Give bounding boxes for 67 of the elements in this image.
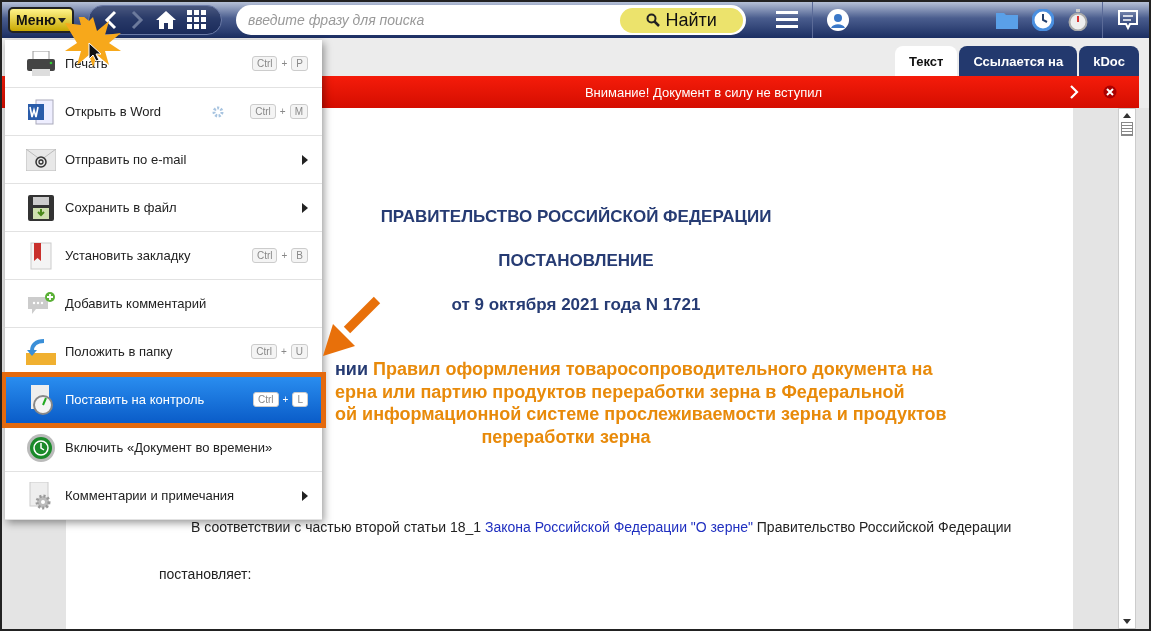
submenu-arrow-icon — [302, 490, 308, 501]
click-burst-icon — [64, 17, 122, 67]
shortcut-key: P — [291, 56, 308, 71]
menu-button[interactable]: Меню — [8, 7, 74, 33]
printer-icon — [26, 50, 55, 77]
warning-text: Внимание! Документ в силу не вступил — [583, 84, 824, 100]
shortcut-key: Ctrl — [251, 56, 278, 71]
shortcut-key: Ctrl — [251, 248, 278, 263]
caret-icon — [57, 17, 66, 23]
pointer-arrow — [321, 296, 381, 358]
shortcut-key: Ctrl — [250, 104, 276, 119]
shortcut-key: L — [292, 392, 308, 407]
search-button[interactable]: Найти — [619, 7, 743, 33]
scroll-down-icon[interactable] — [1123, 619, 1131, 624]
back-icon[interactable] — [102, 10, 119, 30]
stopwatch-icon[interactable] — [1068, 9, 1088, 31]
menu-icon[interactable] — [775, 11, 798, 29]
submenu-arrow-icon — [302, 202, 308, 213]
document-heading: от 9 октября 2021 года N 1721 — [451, 295, 701, 315]
close-icon[interactable] — [1103, 85, 1117, 99]
clock-icon[interactable] — [1032, 9, 1054, 31]
plus-sign: + — [281, 250, 288, 261]
home-icon[interactable] — [154, 10, 177, 30]
add-comment-icon — [26, 291, 55, 316]
plus-sign: + — [279, 106, 286, 117]
shortcut-key: M — [289, 104, 308, 119]
paragraph: постановляет: — [159, 566, 253, 582]
tab[interactable]: kDoc — [1079, 46, 1139, 76]
document-title-line: нии Правил оформления товаросопроводительного документа на — [335, 358, 933, 381]
menu-item[interactable]: Открыть в Word Ctrl + M — [5, 88, 322, 136]
law-link[interactable]: Закона Российской Федерации "О зерне" — [485, 519, 753, 535]
word-document-icon — [27, 97, 54, 126]
plus-sign: + — [280, 346, 287, 357]
search-icon — [645, 13, 660, 27]
menu-item[interactable]: Включить «Документ во времени» — [5, 424, 322, 472]
menu-item[interactable]: Комментарии и примечания — [5, 472, 322, 520]
menu-item[interactable]: Добавить комментарий — [5, 280, 322, 328]
scrollbar[interactable] — [1118, 108, 1136, 629]
user-icon[interactable] — [826, 9, 849, 31]
chat-icon[interactable] — [1117, 9, 1139, 31]
document-heading: ПРАВИТЕЛЬСТВО РОССИЙСКОЙ ФЕДЕРАЦИИ — [380, 207, 772, 227]
scroll-up-icon[interactable] — [1123, 113, 1131, 118]
bookmark-icon — [29, 241, 52, 270]
clock-icon — [25, 432, 56, 463]
chevron-right-icon[interactable] — [1069, 85, 1079, 99]
grid-icon[interactable] — [186, 10, 207, 30]
document-heading: ПОСТАНОВЛЕНИЕ — [498, 251, 654, 271]
menu-item[interactable]: Отправить по e-mail — [5, 136, 322, 184]
document-title-line: ой информационной системе прослеживаемости зерна и продуктов — [335, 403, 947, 426]
shortcut-key: B — [291, 248, 308, 263]
plus-sign: + — [281, 58, 288, 69]
document-title-line: переработки зерна — [481, 425, 651, 448]
submenu-arrow-icon — [302, 154, 308, 165]
shortcut-key: U — [290, 344, 308, 359]
folder-tray-icon — [25, 338, 56, 365]
envelope-icon — [25, 148, 56, 171]
plus-sign: + — [282, 394, 289, 405]
menu-item[interactable]: Сохранить в файл — [5, 184, 322, 232]
tab[interactable]: Ссылается на — [959, 46, 1078, 76]
shortcut-key: Ctrl — [253, 392, 279, 407]
scroll-thumb[interactable] — [1121, 122, 1133, 136]
paragraph: В соответствии с частью второй статьи 18_1 Закона Российской Федерации "О зерне" Правительство Российской Федерации — [190, 518, 1013, 537]
tab[interactable]: Текст — [894, 46, 958, 76]
shortcut-key: Ctrl — [251, 344, 277, 359]
search-field[interactable]: введите фразу для поиска Найти — [235, 5, 746, 35]
menu-item[interactable]: Установить закладку Ctrl + B — [5, 232, 322, 280]
document-title-line: ерна или партию продуктов переработки зерна в Федеральной — [335, 380, 905, 403]
